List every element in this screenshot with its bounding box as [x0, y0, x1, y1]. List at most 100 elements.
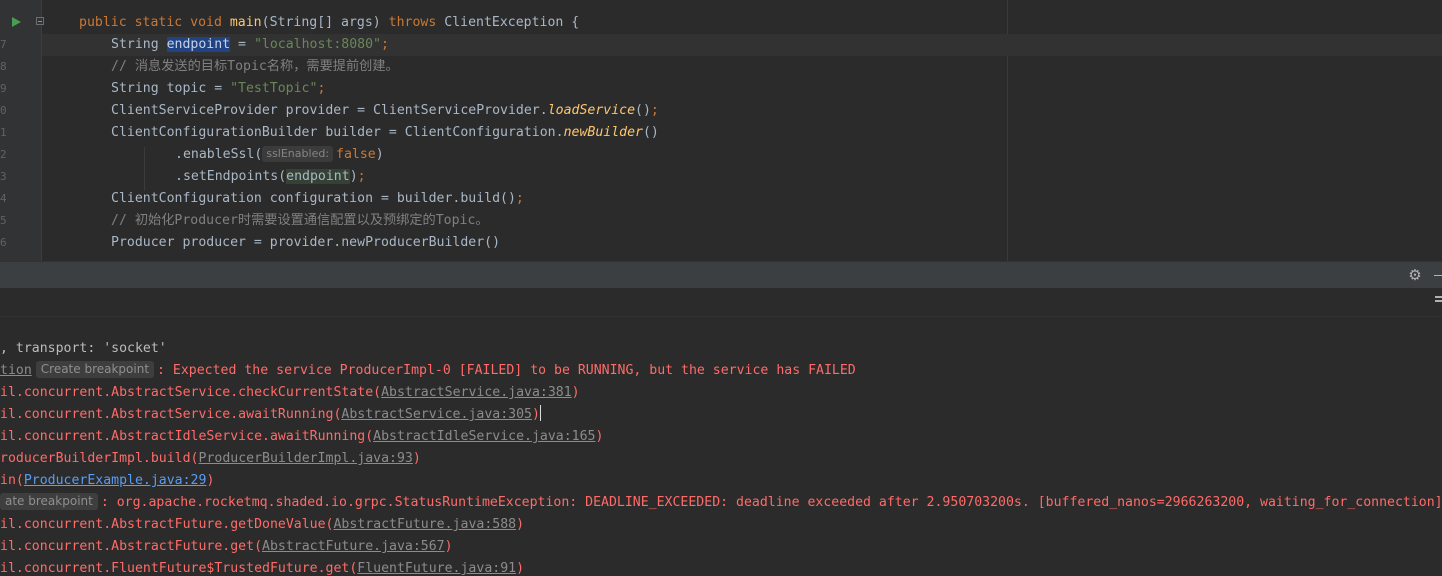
code-text: = — [230, 37, 254, 52]
stack-frame: il.concurrent.AbstractIdleService.awaitR… — [0, 426, 603, 448]
text-caret — [539, 405, 541, 421]
line-number-marker: 5 — [0, 214, 6, 227]
source-link-user-code[interactable]: ProducerExample.java:29 — [24, 473, 207, 488]
console-line: ate breakpoint: org.apache.rocketmq.shad… — [0, 492, 1442, 514]
code-line-current[interactable]: String endpoint = "localhost:8080"; — [42, 34, 1442, 56]
stack-method: il.concurrent.AbstractService.checkCurre… — [0, 385, 382, 400]
stack-method: il.concurrent.FluentFuture$TrustedFuture… — [0, 561, 358, 576]
method-name: main — [229, 15, 262, 30]
code-editor[interactable]: 7 8 9 0 1 2 3 4 5 6 public static void m… — [0, 0, 1442, 261]
stack-close: ) — [516, 517, 525, 532]
stack-frame: il.concurrent.FluentFuture$TrustedFuture… — [0, 558, 524, 576]
stack-method: il.concurrent.AbstractFuture.get( — [0, 539, 263, 554]
string-literal: "TestTopic" — [230, 81, 318, 96]
keyword: public static void — [79, 15, 230, 30]
code-line[interactable]: ClientServiceProvider provider = ClientS… — [111, 100, 659, 122]
console-toolbar — [0, 288, 1442, 317]
code-line[interactable]: .setEndpoints(endpoint); — [175, 166, 366, 188]
stack-method: roducerBuilderImpl.build( — [0, 451, 199, 466]
line-number-marker: 0 — [0, 104, 6, 117]
exception-class-link[interactable]: tion — [0, 363, 32, 378]
stack-method: il.concurrent.AbstractIdleService.awaitR… — [0, 429, 374, 444]
code-text: .setEndpoints( — [175, 169, 287, 184]
line-number-marker: 7 — [0, 38, 6, 51]
line-number-marker: 2 — [0, 148, 6, 161]
line-number-marker: 1 — [0, 126, 6, 139]
code-line[interactable]: ClientConfiguration configuration = buil… — [111, 188, 524, 210]
fold-icon[interactable] — [36, 17, 44, 25]
code-text: ) — [375, 147, 384, 162]
code-text: .enableSsl( — [175, 147, 263, 162]
stack-frame: roducerBuilderImpl.build(ProducerBuilder… — [0, 448, 421, 470]
semicolon: ; — [650, 103, 659, 118]
stack-frame: il.concurrent.AbstractFuture.getDoneValu… — [0, 514, 524, 536]
semicolon: ; — [357, 169, 366, 184]
stack-method: in( — [0, 473, 24, 488]
code-text: ) — [349, 169, 358, 184]
static-method: newBuilder — [563, 125, 643, 140]
stack-close: ) — [571, 385, 580, 400]
code-text: () — [642, 125, 659, 140]
source-link[interactable]: AbstractService.java:305 — [341, 407, 532, 422]
source-link[interactable]: AbstractIdleService.java:165 — [373, 429, 595, 444]
line-number-marker: 4 — [0, 192, 6, 205]
code-text: String topic = — [111, 81, 231, 96]
code-line[interactable]: .enableSsl(sslEnabled: false) — [175, 144, 384, 166]
semicolon: ; — [515, 191, 524, 206]
highlighted-usage: endpoint — [286, 169, 350, 184]
source-link[interactable]: AbstractFuture.java:567 — [262, 539, 445, 554]
selected-identifier[interactable]: endpoint — [166, 37, 231, 52]
code-text: ClientConfiguration configuration = buil… — [111, 191, 516, 206]
editor-gutter[interactable]: 7 8 9 0 1 2 3 4 5 6 — [0, 0, 44, 261]
console-line: , transport: 'socket' — [0, 341, 167, 356]
stack-method: il.concurrent.AbstractFuture.getDoneValu… — [0, 517, 334, 532]
code-text: Producer producer = provider.newProducer… — [111, 235, 501, 250]
semicolon: ; — [380, 37, 389, 52]
parameter-hint: sslEnabled: — [262, 146, 334, 162]
minimize-icon[interactable] — [1434, 275, 1442, 276]
stack-frame: in(ProducerExample.java:29) — [0, 470, 214, 492]
code-text: ClientConfigurationBuilder builder = Cli… — [111, 125, 564, 140]
stack-close: ) — [531, 407, 540, 422]
stack-frame: il.concurrent.AbstractService.checkCurre… — [0, 382, 580, 404]
indent-guide — [144, 147, 145, 191]
line-number-marker: 8 — [0, 60, 6, 73]
line-number-marker: 3 — [0, 170, 6, 183]
stack-close: ) — [595, 429, 604, 444]
source-link[interactable]: ProducerBuilderImpl.java:93 — [199, 451, 413, 466]
console-output[interactable]: , transport: 'socket' tion Create breakpo… — [0, 317, 1442, 576]
code-line[interactable]: // 初始化Producer时需要设置通信配置以及预绑定的Topic。 — [111, 210, 489, 232]
error-message: : Expected the service ProducerImpl-0 [F… — [157, 363, 856, 378]
create-breakpoint-button[interactable]: Create breakpoint — [35, 361, 155, 378]
code-line[interactable]: ClientConfigurationBuilder builder = Cli… — [111, 122, 659, 144]
stack-close: ) — [206, 473, 215, 488]
line-number-marker: 6 — [0, 236, 6, 249]
code-text: ClientException { — [436, 15, 580, 30]
error-message: : org.apache.rocketmq.shaded.io.grpc.Sta… — [100, 495, 1442, 510]
soft-wrap-icon[interactable] — [1435, 296, 1442, 306]
run-tool-window-header: ⚙ — [0, 261, 1442, 289]
stack-close: ) — [444, 539, 453, 554]
string-literal: "localhost:8080" — [253, 37, 381, 52]
code-line[interactable]: Producer producer = provider.newProducer… — [111, 232, 500, 254]
comment: // 初始化Producer时需要设置通信配置以及预绑定的Topic。 — [111, 213, 489, 228]
code-line[interactable]: String topic = "TestTopic"; — [111, 78, 325, 100]
source-link[interactable]: AbstractService.java:381 — [381, 385, 572, 400]
semicolon: ; — [317, 81, 326, 96]
source-link[interactable]: FluentFuture.java:91 — [357, 561, 516, 576]
stack-close: ) — [516, 561, 525, 576]
source-link[interactable]: AbstractFuture.java:588 — [333, 517, 516, 532]
run-gutter-icon[interactable] — [12, 17, 21, 27]
code-line[interactable]: // 消息发送的目标Topic名称，需要提前创建。 — [111, 56, 399, 78]
code-line[interactable]: public static void main(String[] args) t… — [79, 12, 579, 34]
static-method: loadService — [547, 103, 636, 118]
code-text: ClientServiceProvider provider = ClientS… — [111, 103, 548, 118]
stack-method: il.concurrent.AbstractService.awaitRunni… — [0, 407, 342, 422]
gear-icon[interactable]: ⚙ — [1407, 267, 1423, 283]
code-text: String — [111, 37, 167, 52]
stack-frame: il.concurrent.AbstractFuture.get(Abstrac… — [0, 536, 453, 558]
keyword: throws — [388, 15, 437, 30]
stack-close: ) — [412, 451, 421, 466]
create-breakpoint-button[interactable]: ate breakpoint — [0, 493, 98, 510]
stack-frame: il.concurrent.AbstractService.awaitRunni… — [0, 404, 541, 426]
